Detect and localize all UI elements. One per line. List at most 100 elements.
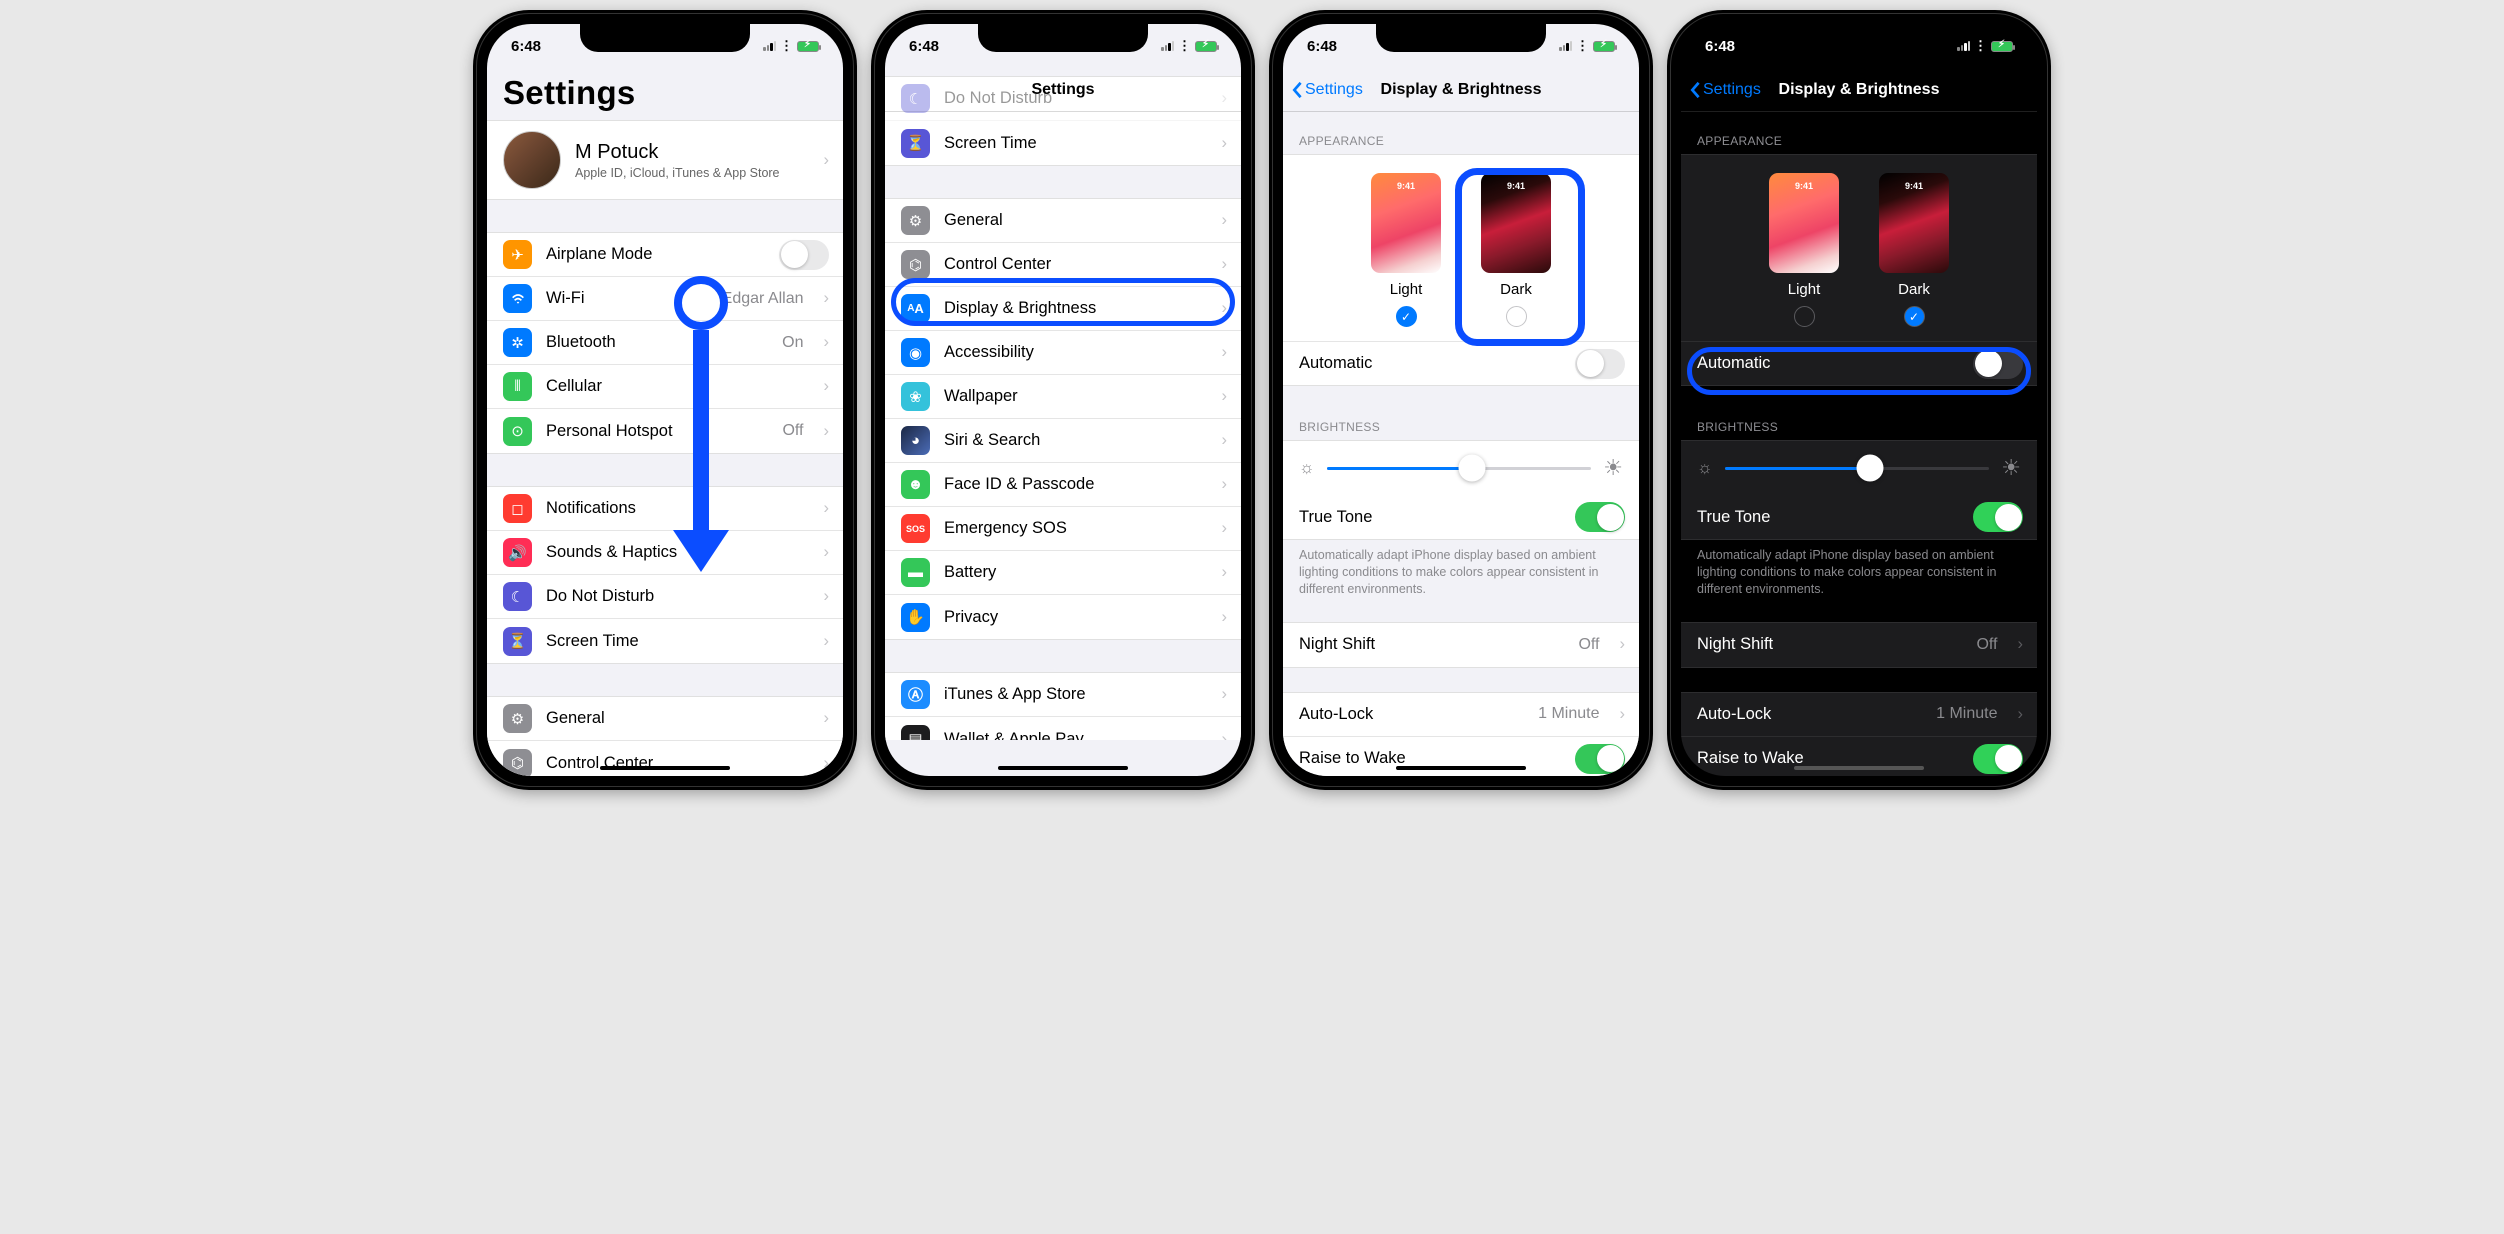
appearance-light[interactable]: 9:41 Light ✓ xyxy=(1371,173,1441,327)
preview-light: 9:41 xyxy=(1371,173,1441,273)
header-appearance: Appearance xyxy=(1681,128,2037,154)
radio-light[interactable] xyxy=(1794,306,1815,327)
status-right: ⋮ ⚡︎ xyxy=(763,38,819,54)
moon-icon: ☾ xyxy=(503,582,532,611)
status-time: 6:48 xyxy=(511,38,541,55)
row-airplane[interactable]: ✈︎Airplane Mode xyxy=(487,233,843,277)
row-bluetooth[interactable]: ✲BluetoothOn› xyxy=(487,321,843,365)
row-accessibility[interactable]: ◉Accessibility› xyxy=(885,331,1241,375)
battery-icon: ⚡︎ xyxy=(797,41,819,52)
header-brightness: Brightness xyxy=(1681,414,2037,440)
notch xyxy=(978,24,1148,52)
truetone-switch[interactable] xyxy=(1575,502,1625,532)
raise-switch[interactable] xyxy=(1973,744,2023,774)
row-notifications[interactable]: ◻︎Notifications› xyxy=(487,487,843,531)
row-cellular[interactable]: ⦀Cellular› xyxy=(487,365,843,409)
appearance-dark[interactable]: 9:41 Dark xyxy=(1481,173,1551,327)
gear-icon: ⚙︎ xyxy=(901,206,930,235)
row-dnd[interactable]: ☾Do Not Disturb› xyxy=(885,77,1241,121)
row-general[interactable]: ⚙︎General› xyxy=(885,199,1241,243)
navbar: Settings Display & Brightness xyxy=(1681,68,2037,112)
chevron-right-icon: › xyxy=(824,333,830,352)
wifi-icon: ⋮ xyxy=(780,38,793,54)
brightness-slider[interactable] xyxy=(1725,467,1990,470)
screen-settings-scrolled: 6:48 ⋮ ⚡︎ Settings ☾Do Not Disturb› ⏳Scr… xyxy=(885,24,1241,776)
battery-icon: ⚡︎ xyxy=(1991,41,2013,52)
row-truetone[interactable]: True Tone xyxy=(1681,495,2037,539)
settings-scroll[interactable]: Settings M Potuck Apple ID, iCloud, iTun… xyxy=(487,68,843,776)
row-screentime[interactable]: ⏳Screen Time› xyxy=(885,121,1241,165)
row-sos[interactable]: SOSEmergency SOS› xyxy=(885,507,1241,551)
brightness-slider-row: ☼ ☀︎ xyxy=(1681,441,2037,495)
accessibility-icon: ◉ xyxy=(901,338,930,367)
row-wifi[interactable]: Wi-FiEdgar Allan› xyxy=(487,277,843,321)
battery-icon: ⚡︎ xyxy=(1195,41,1217,52)
truetone-switch[interactable] xyxy=(1973,502,2023,532)
home-indicator[interactable] xyxy=(600,766,730,771)
row-wallet[interactable]: ▤Wallet & Apple Pay› xyxy=(885,717,1241,740)
row-wallpaper[interactable]: ❀Wallpaper› xyxy=(885,375,1241,419)
notch xyxy=(1774,24,1944,52)
db-scroll[interactable]: Appearance 9:41 Light ✓ 9:41 Dark Automa… xyxy=(1283,112,1639,776)
tutorial-four-up: 6:48 ⋮ ⚡︎ Settings M Potuck Apple ID, iC… xyxy=(10,10,2504,790)
row-sounds[interactable]: 🔊Sounds & Haptics› xyxy=(487,531,843,575)
wallet-icon: ▤ xyxy=(901,725,930,741)
home-indicator[interactable] xyxy=(1396,766,1526,771)
row-raise[interactable]: Raise to Wake xyxy=(1681,737,2037,776)
hourglass-icon: ⏳ xyxy=(503,627,532,656)
row-nightshift[interactable]: Night ShiftOff› xyxy=(1681,623,2037,667)
appstore-icon: Ⓐ xyxy=(901,680,930,709)
radio-dark[interactable] xyxy=(1506,306,1527,327)
row-autolock[interactable]: Auto-Lock1 Minute› xyxy=(1681,693,2037,737)
row-truetone[interactable]: True Tone xyxy=(1283,495,1639,539)
automatic-switch[interactable] xyxy=(1973,349,2023,379)
row-automatic[interactable]: Automatic xyxy=(1283,341,1639,385)
brightness-slider[interactable] xyxy=(1327,467,1592,470)
row-automatic[interactable]: Automatic xyxy=(1681,341,2037,385)
row-display-brightness[interactable]: AADisplay & Brightness› xyxy=(885,287,1241,331)
row-privacy[interactable]: ✋Privacy› xyxy=(885,595,1241,639)
back-button[interactable]: Settings xyxy=(1689,81,1761,99)
row-control-center[interactable]: ⌬Control Center› xyxy=(487,741,843,776)
appearance-light[interactable]: 9:41 Light xyxy=(1769,173,1839,327)
row-dnd[interactable]: ☾Do Not Disturb› xyxy=(487,575,843,619)
airplane-switch[interactable] xyxy=(779,240,829,270)
apple-id-row[interactable]: M Potuck Apple ID, iCloud, iTunes & App … xyxy=(487,121,843,199)
row-hotspot[interactable]: ⊙Personal HotspotOff› xyxy=(487,409,843,453)
automatic-switch[interactable] xyxy=(1575,349,1625,379)
row-control-center[interactable]: ⌬Control Center› xyxy=(885,243,1241,287)
home-indicator[interactable] xyxy=(998,766,1128,771)
airplane-icon: ✈︎ xyxy=(503,240,532,269)
radio-dark[interactable]: ✓ xyxy=(1904,306,1925,327)
row-autolock[interactable]: Auto-Lock1 Minute› xyxy=(1283,693,1639,737)
row-screentime[interactable]: ⏳Screen Time› xyxy=(487,619,843,663)
cellular-icon: ⦀ xyxy=(503,372,532,401)
row-raise[interactable]: Raise to Wake xyxy=(1283,737,1639,776)
profile-sub: Apple ID, iCloud, iTunes & App Store xyxy=(575,166,804,180)
db-scroll[interactable]: Appearance 9:41 Light 9:41 Dark ✓ Automa… xyxy=(1681,112,2037,776)
sounds-icon: 🔊 xyxy=(503,538,532,567)
row-faceid[interactable]: ☻Face ID & Passcode› xyxy=(885,463,1241,507)
signal-icon xyxy=(1957,41,1970,51)
row-nightshift[interactable]: Night ShiftOff› xyxy=(1283,623,1639,667)
home-indicator[interactable] xyxy=(1794,766,1924,771)
chevron-right-icon: › xyxy=(824,632,830,651)
status-time: 6:48 xyxy=(909,38,939,55)
raise-switch[interactable] xyxy=(1575,744,1625,774)
display-icon: AA xyxy=(901,294,930,323)
sun-small-icon: ☼ xyxy=(1299,458,1315,478)
back-button[interactable]: Settings xyxy=(1291,81,1363,99)
row-appstore[interactable]: ⒶiTunes & App Store› xyxy=(885,673,1241,717)
chevron-right-icon: › xyxy=(824,422,830,441)
wifi-icon: ⋮ xyxy=(1974,38,1987,54)
chevron-right-icon: › xyxy=(824,754,830,773)
appearance-dark[interactable]: 9:41 Dark ✓ xyxy=(1879,173,1949,327)
row-general[interactable]: ⚙︎General› xyxy=(487,697,843,741)
sun-large-icon: ☀︎ xyxy=(1603,455,1623,481)
row-siri[interactable]: ◕Siri & Search› xyxy=(885,419,1241,463)
settings-scroll[interactable]: ☾Do Not Disturb› ⏳Screen Time› ⚙︎General… xyxy=(885,76,1241,740)
radio-light[interactable]: ✓ xyxy=(1396,306,1417,327)
hourglass-icon: ⏳ xyxy=(901,129,930,158)
screen-display-brightness-dark: 6:48 ⋮ ⚡︎ Settings Display & Brightness … xyxy=(1681,24,2037,776)
row-battery[interactable]: ▬Battery› xyxy=(885,551,1241,595)
